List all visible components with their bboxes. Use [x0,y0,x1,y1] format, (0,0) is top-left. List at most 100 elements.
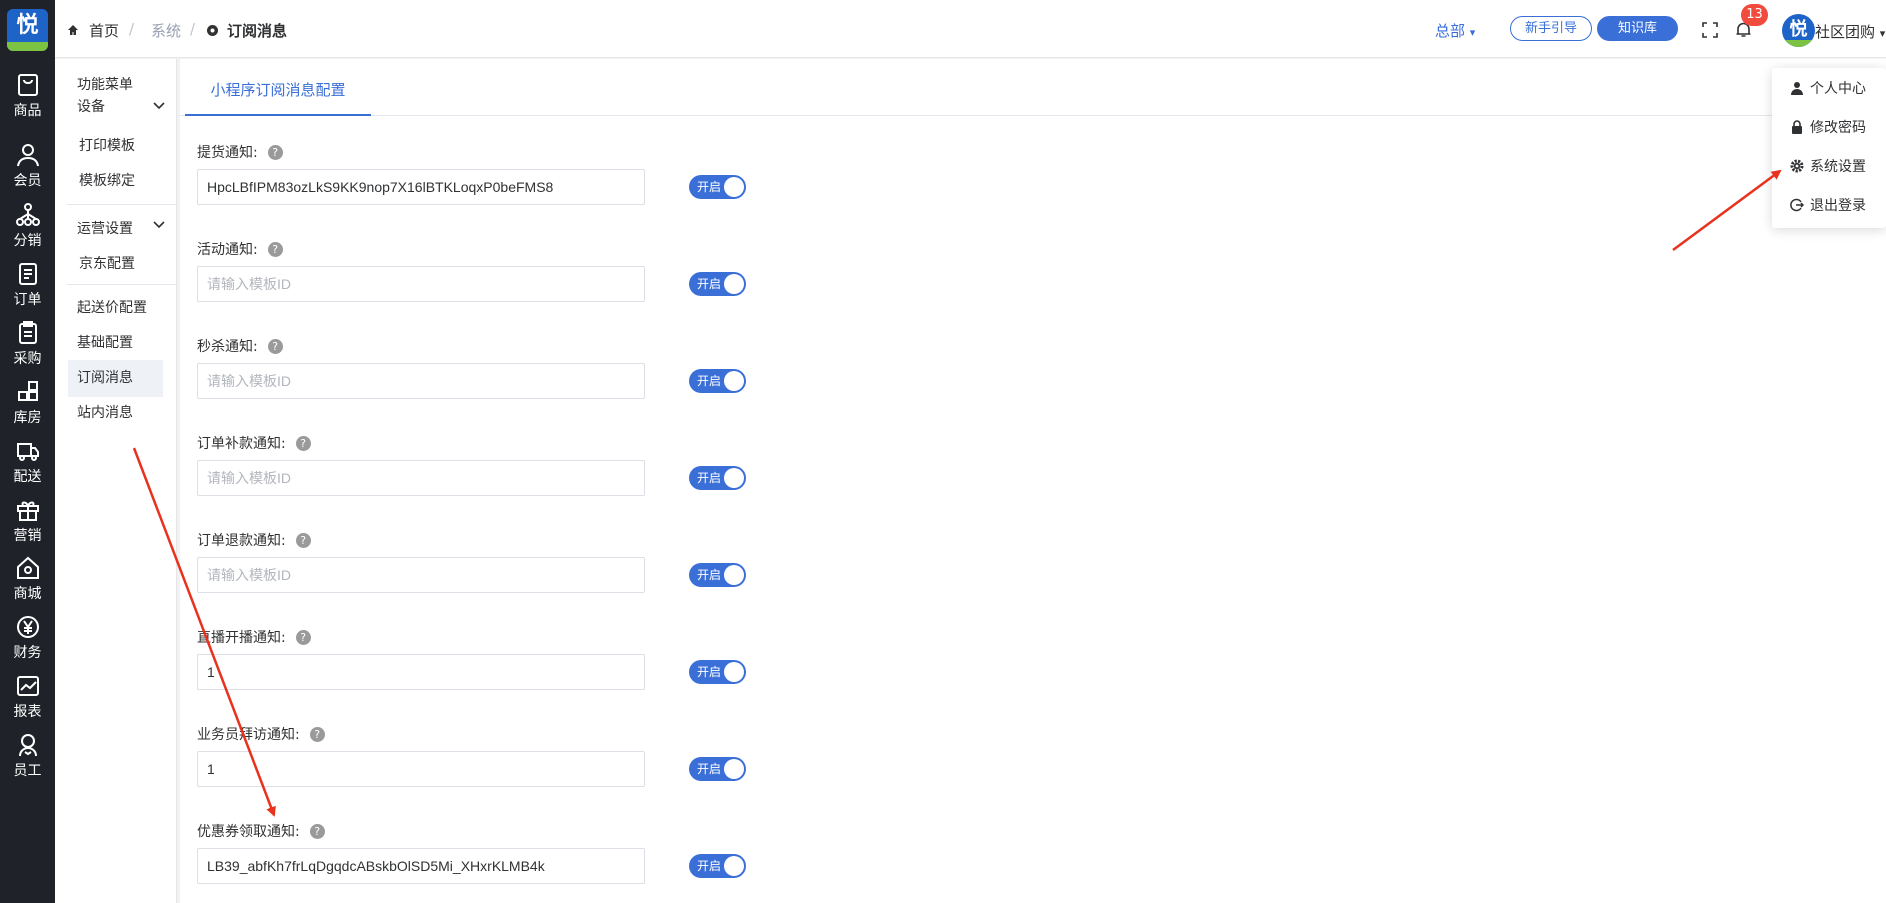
lock-icon [1792,120,1802,134]
help-icon[interactable]: ? [267,339,283,354]
enable-switch[interactable]: 开启 [689,175,746,199]
template-id-field[interactable] [207,267,635,301]
avatar[interactable]: 悦 [1782,14,1815,47]
enable-switch[interactable]: 开启 [689,369,746,393]
divider [67,204,177,205]
user-menu-trigger[interactable]: 社区团购 ▾ [1815,21,1885,42]
template-id-input[interactable] [197,751,645,787]
knowledge-base-button[interactable]: 知识库 [1597,16,1678,41]
settings-icon [207,25,218,36]
help-icon[interactable]: ? [309,824,325,839]
nav-label: 库房 [13,410,42,426]
nav-item-staff[interactable]: 员工 [0,726,55,786]
help-icon[interactable]: ? [295,533,311,548]
template-id-input[interactable] [197,460,645,496]
template-id-field[interactable] [207,655,635,689]
submenu-function-menu[interactable]: 功能菜单 [77,74,133,94]
field-label: 提货通知:? [197,142,283,162]
nav-item-reports[interactable]: 报表 [0,667,55,727]
nav-label: 采购 [13,351,42,367]
scope-select[interactable]: 总部 ▾ [1435,20,1475,41]
enable-switch[interactable]: 开启 [689,757,746,781]
template-id-input[interactable] [197,848,645,884]
help-icon[interactable]: ? [295,630,311,645]
submenu-site-messages[interactable]: 站内消息 [77,402,133,422]
nav-label: 订单 [13,292,42,308]
submenu-jd-config[interactable]: 京东配置 [79,253,135,273]
nav-item-members[interactable]: 会员 [0,136,55,196]
nav-item-purchase[interactable]: 采购 [0,314,55,374]
submenu-print-template[interactable]: 打印模板 [79,135,135,155]
staff-icon [18,734,37,757]
nav-label: 营销 [13,528,42,544]
field-label: 业务员拜访通知:? [197,724,325,744]
fullscreen-icon[interactable] [1702,22,1718,38]
submenu-template-binding[interactable]: 模板绑定 [79,170,135,190]
nav-item-goods[interactable]: 商品 [0,66,55,126]
nav-label: 分销 [13,233,42,249]
nav-label: 报表 [13,704,42,720]
template-id-input[interactable] [197,557,645,593]
menu-item-logout[interactable]: 退出登录 [1790,195,1866,215]
submenu-basic-config[interactable]: 基础配置 [77,332,133,352]
sub-menu: 功能菜单 设备 打印模板 模板绑定 运营设置 京东配置 起送价配置 基础配置 订… [55,59,177,903]
app-logo[interactable]: 悦 [7,9,48,51]
submenu-group-device[interactable]: 设备 [77,99,187,127]
gear-icon [1790,159,1804,173]
help-icon[interactable]: ? [267,145,283,160]
nav-item-delivery[interactable]: 配送 [0,432,55,492]
nav-item-finance[interactable]: 财务 [0,608,55,668]
submenu-group-ops[interactable]: 运营设置 [77,218,133,238]
template-id-field[interactable] [207,364,635,398]
enable-switch[interactable]: 开启 [689,272,746,296]
field-label: 活动通知:? [197,239,283,259]
template-id-field[interactable] [207,558,635,592]
user-icon [1791,82,1803,95]
gift-icon [16,501,39,521]
truck-icon [16,443,39,461]
document-icon [18,263,37,285]
submenu-subscribe-messages[interactable]: 订阅消息 [77,367,133,387]
nav-item-marketing[interactable]: 营销 [0,491,55,551]
guide-button[interactable]: 新手引导 [1510,16,1592,41]
template-id-input[interactable] [197,363,645,399]
nav-item-distribution[interactable]: 分销 [0,196,55,256]
template-id-field[interactable] [207,849,635,883]
main-content: 小程序订阅消息配置 提货通知:?开启活动通知:?开启秒杀通知:?开启订单补款通知… [180,59,1886,903]
divider [67,284,177,285]
help-icon[interactable]: ? [267,242,283,257]
tab-miniprogram-subscribe-config[interactable]: 小程序订阅消息配置 [185,79,371,116]
field-label: 直播开播通知:? [197,627,311,647]
template-id-field[interactable] [207,752,635,786]
menu-item-profile[interactable]: 个人中心 [1790,78,1866,98]
template-id-input[interactable] [197,654,645,690]
nav-item-orders[interactable]: 订单 [0,255,55,315]
submenu-min-delivery[interactable]: 起送价配置 [77,297,147,317]
notification-badge: 13 [1741,4,1768,26]
nav-item-warehouse[interactable]: 库房 [0,373,55,433]
menu-item-system-settings[interactable]: 系统设置 [1790,156,1866,176]
clipboard-icon [18,321,37,344]
template-id-field[interactable] [207,461,635,495]
template-id-input[interactable] [197,266,645,302]
top-bar: 首页 / 系统 / 订阅消息 总部 ▾ 新手引导 知识库 13 悦 社区团购 ▾ [55,0,1886,58]
template-id-field[interactable] [207,170,635,204]
field-label: 优惠券领取通知:? [197,821,325,841]
nav-label: 配送 [13,469,42,485]
breadcrumb-parent[interactable]: 系统 [151,20,181,41]
boxes-icon [17,381,38,401]
home-icon [68,25,78,35]
nav-label: 会员 [13,173,42,189]
chevron-down-icon: ▾ [1879,27,1886,40]
user-dropdown-menu: 个人中心 修改密码 系统设置 退出登录 [1772,68,1886,228]
template-id-input[interactable] [197,169,645,205]
enable-switch[interactable]: 开启 [689,854,746,878]
enable-switch[interactable]: 开启 [689,563,746,587]
breadcrumb-home[interactable]: 首页 [89,20,119,41]
enable-switch[interactable]: 开启 [689,660,746,684]
help-icon[interactable]: ? [295,436,311,451]
nav-item-mall[interactable]: 商城 [0,549,55,609]
enable-switch[interactable]: 开启 [689,466,746,490]
menu-item-change-password[interactable]: 修改密码 [1790,117,1866,137]
help-icon[interactable]: ? [309,727,325,742]
